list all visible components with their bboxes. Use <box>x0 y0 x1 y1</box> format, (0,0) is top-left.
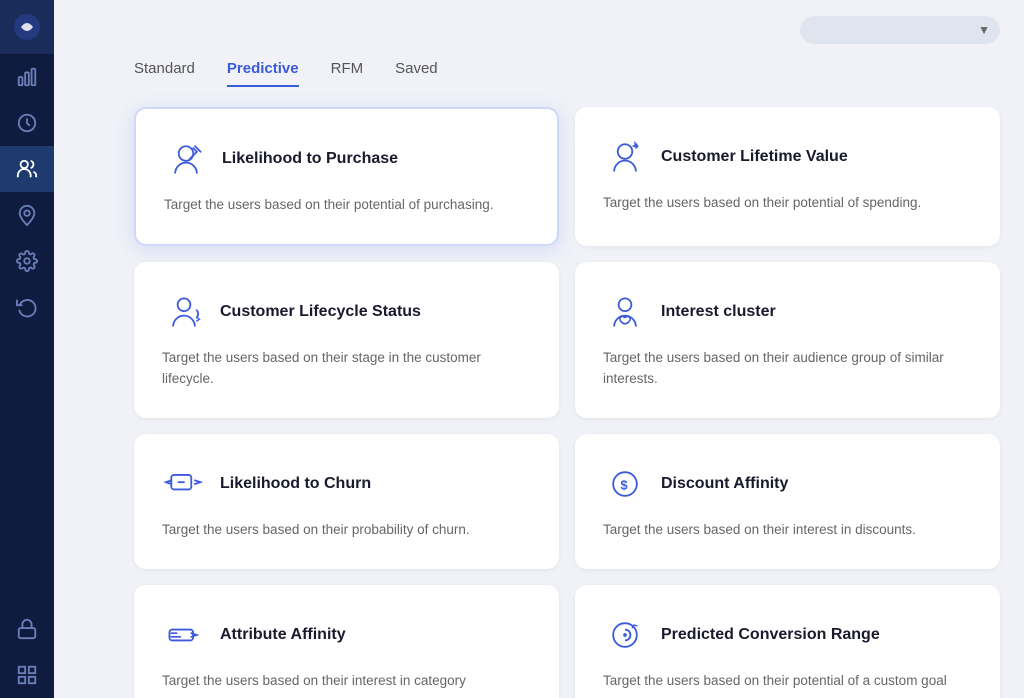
users-icon[interactable] <box>0 146 54 192</box>
tab-saved[interactable]: Saved <box>395 60 438 87</box>
card-discount-affinity[interactable]: $ Discount Affinity Target the users bas… <box>575 434 1000 569</box>
card-attribute-affinity[interactable]: Attribute Affinity Target the users base… <box>134 585 559 698</box>
card-header: $ Discount Affinity <box>603 462 972 506</box>
card-description: Target the users based on their potentia… <box>164 195 529 216</box>
card-description: Target the users based on their probabil… <box>162 520 531 541</box>
cards-grid: Likelihood to Purchase Target the users … <box>54 87 1024 698</box>
svg-text:$: $ <box>620 477 627 492</box>
card-description: Target the users based on their potentia… <box>603 671 972 692</box>
card-predicted-conversion-range[interactable]: Predicted Conversion Range Target the us… <box>575 585 1000 698</box>
card-header: Attribute Affinity <box>162 613 531 657</box>
card-title: Discount Affinity <box>661 475 788 493</box>
chevron-down-icon: ▼ <box>978 23 990 37</box>
header: ▼ <box>54 0 1024 44</box>
purchase-icon <box>164 137 208 181</box>
lifetime-value-icon <box>603 135 647 179</box>
interest-icon <box>603 290 647 334</box>
card-description: Target the users based on their interest… <box>603 520 972 541</box>
card-likelihood-to-churn[interactable]: Likelihood to Churn Target the users bas… <box>134 434 559 569</box>
card-title: Attribute Affinity <box>220 626 346 644</box>
settings-icon[interactable] <box>0 238 54 284</box>
attribute-icon <box>162 613 206 657</box>
card-header: Customer Lifetime Value <box>603 135 972 179</box>
card-description: Target the users based on their interest… <box>162 671 531 692</box>
sidebar <box>0 0 54 698</box>
header-dropdown[interactable]: ▼ <box>800 16 1000 44</box>
card-header: Likelihood to Purchase <box>164 137 529 181</box>
card-header: Likelihood to Churn <box>162 462 531 506</box>
card-title: Likelihood to Purchase <box>222 150 398 168</box>
discount-icon: $ <box>603 462 647 506</box>
card-interest-cluster[interactable]: Interest cluster Target the users based … <box>575 262 1000 418</box>
card-customer-lifecycle-status[interactable]: Customer Lifecycle Status Target the use… <box>134 262 559 418</box>
logo-icon[interactable] <box>0 0 54 54</box>
card-header: Customer Lifecycle Status <box>162 290 531 334</box>
main-content: ▼ Standard Predictive RFM Saved Likeliho… <box>54 0 1024 698</box>
card-title: Interest cluster <box>661 303 776 321</box>
card-description: Target the users based on their potentia… <box>603 193 972 214</box>
conversion-icon <box>603 613 647 657</box>
card-title: Predicted Conversion Range <box>661 626 880 644</box>
bar-chart-icon[interactable] <box>0 54 54 100</box>
card-title: Customer Lifetime Value <box>661 148 848 166</box>
tab-rfm[interactable]: RFM <box>331 60 364 87</box>
grid-icon[interactable] <box>0 652 54 698</box>
lifecycle-icon <box>162 290 206 334</box>
card-likelihood-to-purchase[interactable]: Likelihood to Purchase Target the users … <box>134 107 559 246</box>
card-header: Predicted Conversion Range <box>603 613 972 657</box>
tabs-bar: Standard Predictive RFM Saved <box>54 44 1024 87</box>
card-description: Target the users based on their audience… <box>603 348 972 390</box>
tab-standard[interactable]: Standard <box>134 60 195 87</box>
card-description: Target the users based on their stage in… <box>162 348 531 390</box>
card-title: Likelihood to Churn <box>220 475 371 493</box>
location-icon[interactable] <box>0 192 54 238</box>
clock-icon[interactable] <box>0 100 54 146</box>
card-title: Customer Lifecycle Status <box>220 303 421 321</box>
card-header: Interest cluster <box>603 290 972 334</box>
churn-icon <box>162 462 206 506</box>
lock-icon[interactable] <box>0 606 54 652</box>
tab-predictive[interactable]: Predictive <box>227 60 299 87</box>
card-customer-lifetime-value[interactable]: Customer Lifetime Value Target the users… <box>575 107 1000 246</box>
history-icon[interactable] <box>0 284 54 330</box>
